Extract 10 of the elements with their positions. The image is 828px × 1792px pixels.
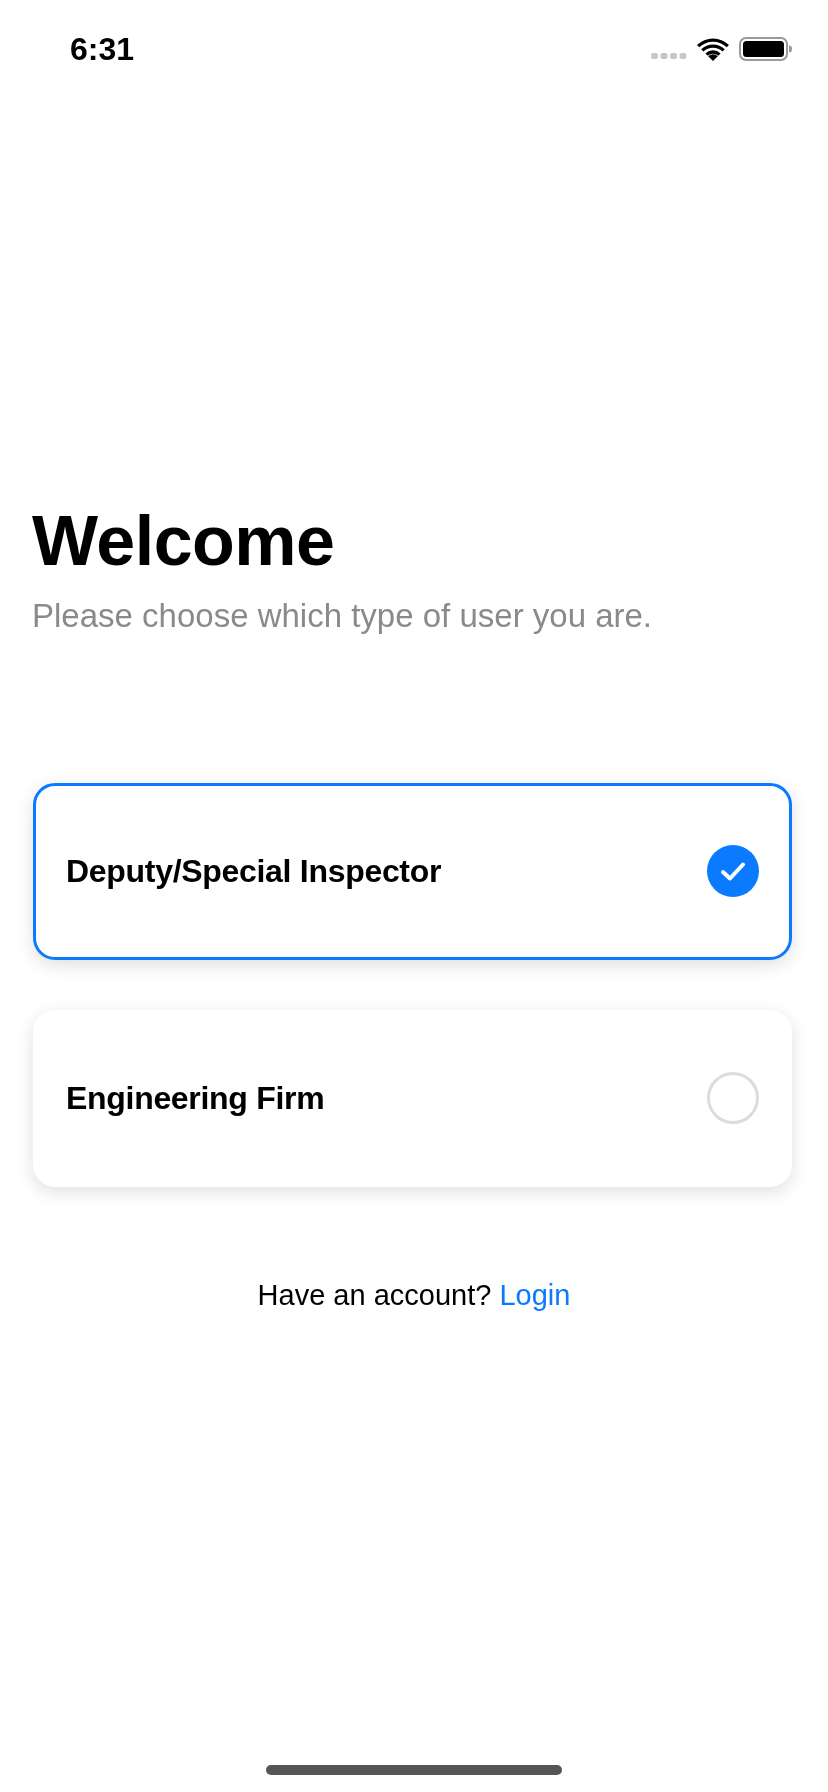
login-link[interactable]: Login	[499, 1279, 571, 1311]
user-type-option[interactable]: Engineering Firm	[33, 1010, 792, 1187]
status-time: 6:31	[70, 30, 135, 69]
battery-icon	[739, 37, 792, 61]
wifi-icon	[697, 37, 729, 61]
welcome-subtitle: Please choose which type of user you are.	[32, 596, 654, 636]
user-type-option[interactable]: Deputy/Special Inspector	[33, 783, 792, 960]
welcome-title: Welcome	[32, 506, 336, 577]
signal-icon	[651, 53, 687, 59]
account-prompt: Have an account? Login	[256, 1278, 572, 1313]
